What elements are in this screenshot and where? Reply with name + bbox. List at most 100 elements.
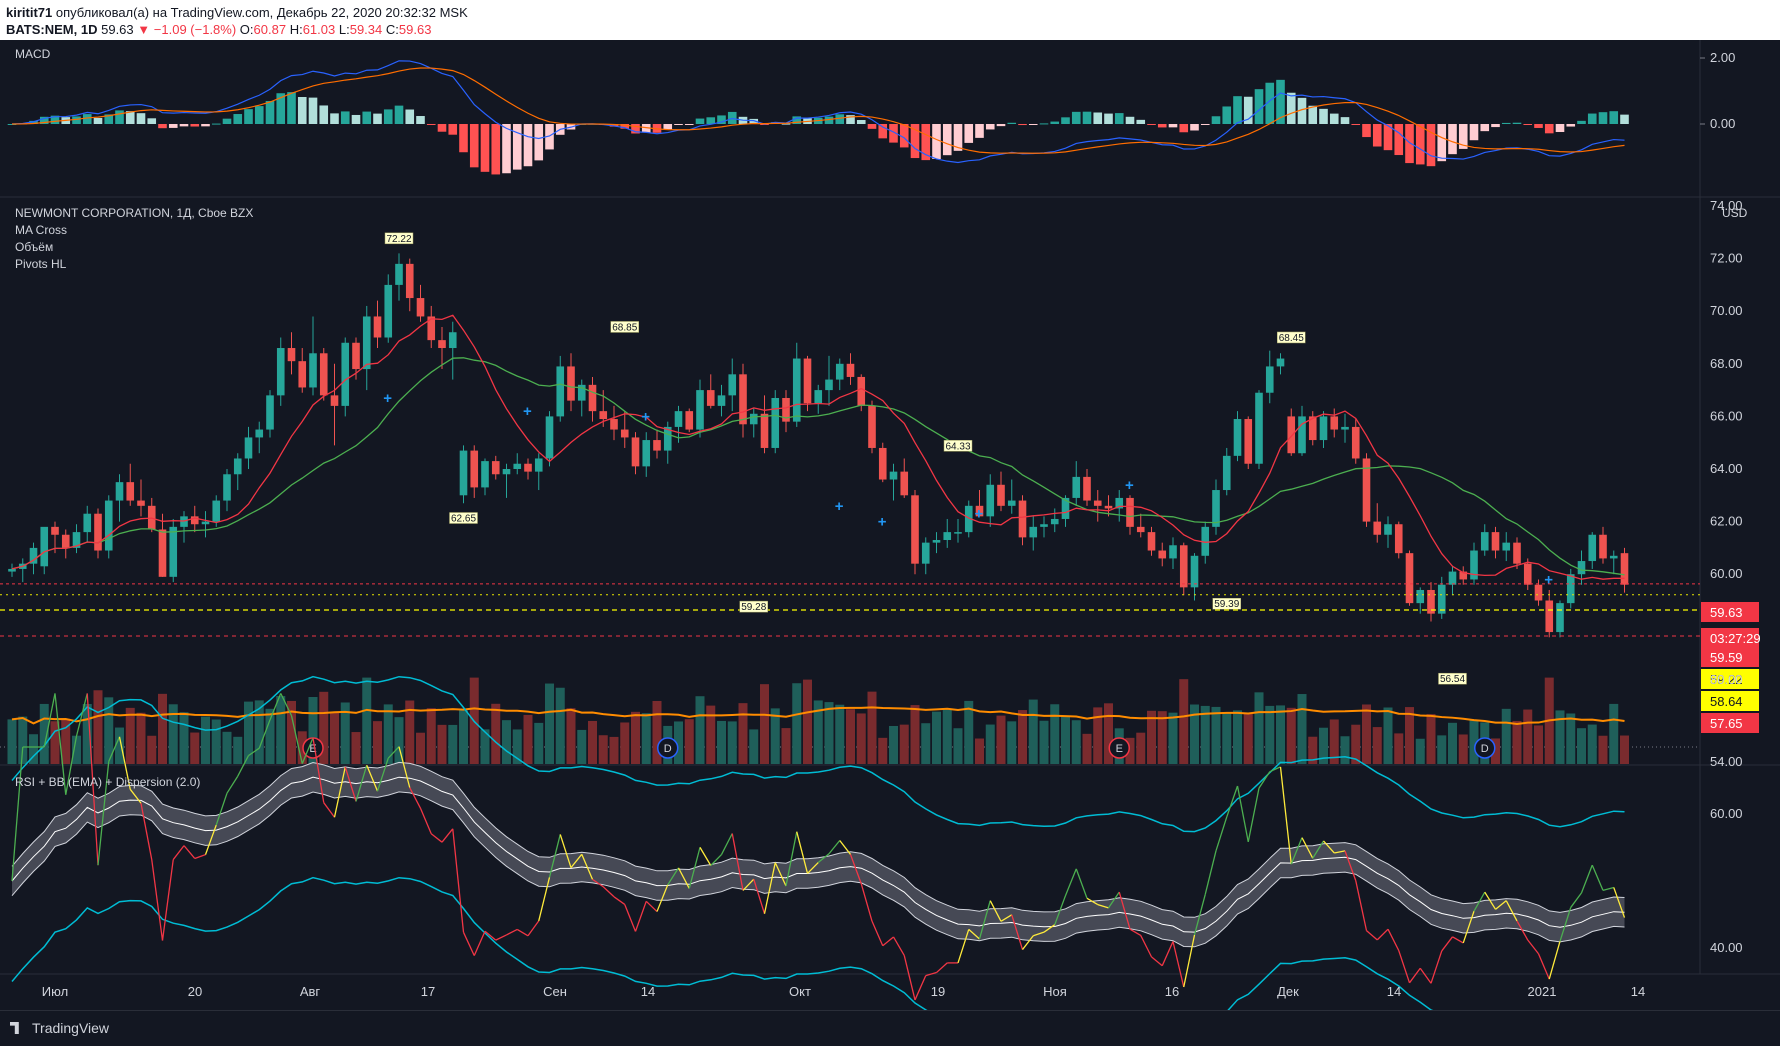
volume-bar xyxy=(932,711,941,764)
candle-body xyxy=(642,440,651,467)
candle-body xyxy=(997,484,1005,506)
volume-bar xyxy=(910,705,920,764)
candle xyxy=(384,274,393,343)
candle xyxy=(427,305,436,349)
candle-body xyxy=(792,358,801,422)
macd-histogram-bar xyxy=(1157,124,1167,128)
rsi-line-segment xyxy=(527,920,540,937)
macd-histogram-bar xyxy=(1598,112,1608,124)
candle xyxy=(61,529,70,559)
candle xyxy=(1405,550,1414,606)
pivot-label-text: 62.65 xyxy=(451,514,476,525)
macd-histogram-bar xyxy=(362,111,372,124)
candle xyxy=(8,563,16,577)
volume-bar xyxy=(1265,705,1275,764)
macd-histogram-bar xyxy=(437,124,447,132)
candle xyxy=(513,453,522,475)
rsi-line-segment xyxy=(172,845,185,860)
candle-body xyxy=(1599,534,1607,559)
candle xyxy=(201,511,210,538)
candle xyxy=(986,474,995,527)
macd-histogram-bar xyxy=(1469,124,1479,141)
rsi-line-segment xyxy=(1537,953,1550,980)
candle xyxy=(1470,542,1478,585)
macd-title[interactable]: MACD xyxy=(15,47,51,61)
rsi-line-segment xyxy=(226,775,239,794)
macd-histogram-bar xyxy=(1018,124,1027,126)
candle-body xyxy=(771,397,780,448)
indicator-volume[interactable]: Объём xyxy=(15,240,53,254)
volume-bar xyxy=(1437,735,1447,764)
volume-bar xyxy=(158,693,167,764)
candle xyxy=(330,363,339,446)
time-tick-label: Июл xyxy=(42,984,68,999)
macd-histogram-bar xyxy=(93,118,103,124)
candle-body xyxy=(1222,455,1231,491)
candle-body xyxy=(8,568,16,572)
indicator-pivots[interactable]: Pivots HL xyxy=(15,257,67,271)
candle xyxy=(997,471,1005,512)
candle xyxy=(1319,411,1328,448)
volume-bar xyxy=(1501,708,1511,764)
candle-body xyxy=(1136,526,1145,533)
main-title[interactable]: NEWMONT CORPORATION, 1Д, Cboe BZX xyxy=(15,206,253,220)
volume-bar xyxy=(695,696,705,764)
tradingview-logo[interactable]: TradingView xyxy=(10,1020,109,1036)
candle-body xyxy=(1330,416,1339,430)
candle xyxy=(706,374,715,409)
chart-area[interactable]: + + + + + + + +72.22 62.65 68.85 59.28 64.33 59.39 68… xyxy=(0,40,1780,1034)
chart-svg[interactable]: + + + + + + + +72.22 62.65 68.85 59.28 64.33 59.39 68… xyxy=(0,40,1780,1034)
candle-body xyxy=(1255,392,1263,464)
rsi-line-segment xyxy=(430,833,443,843)
candle-body xyxy=(438,340,446,349)
volume-bar xyxy=(362,677,372,764)
price-tag-text: 57.65 xyxy=(1710,716,1743,731)
indicator-ma-cross[interactable]: MA Cross xyxy=(15,223,67,237)
candle xyxy=(180,511,188,543)
macd-histogram-bar xyxy=(82,114,92,124)
rsi-line-segment xyxy=(1602,886,1614,892)
currency-label[interactable]: USD xyxy=(1722,206,1748,220)
rsi-tick-label: 40.00 xyxy=(1710,940,1743,955)
low-label: L: xyxy=(338,22,350,37)
volume-bar xyxy=(1039,720,1049,764)
candle-body xyxy=(1373,521,1382,535)
rsi-line-segment xyxy=(1398,950,1411,984)
rsi-line-segment xyxy=(1258,771,1271,789)
publisher-user[interactable]: kiritit71 xyxy=(6,5,52,20)
rsi-line-segment xyxy=(882,936,894,947)
macd-histogram-bar xyxy=(491,124,501,175)
candle-body xyxy=(1233,419,1242,456)
pivot-label-text: 59.39 xyxy=(1214,599,1239,610)
volume-bar xyxy=(1394,733,1404,764)
volume-bar xyxy=(835,704,845,764)
rsi-line-segment xyxy=(1452,936,1464,944)
candle-body xyxy=(1083,476,1091,501)
macd-histogram-bar xyxy=(942,124,952,156)
macd-histogram-bar xyxy=(1233,96,1242,124)
rsi-title[interactable]: RSI + BB (EMA) + Dispersion (2.0) xyxy=(15,775,200,789)
time-tick-label: 2021 xyxy=(1528,984,1557,999)
rsi-line-segment xyxy=(1204,850,1217,895)
volume-bar xyxy=(1297,694,1307,764)
candle xyxy=(1179,542,1188,596)
candle-body xyxy=(556,366,565,417)
candle-body xyxy=(384,284,393,338)
rsi-line-segment xyxy=(1580,864,1593,894)
volume-bar xyxy=(1286,707,1296,764)
candle-body xyxy=(1158,550,1167,559)
macd-histogram-bar xyxy=(1362,124,1371,138)
pivot-label: 62.65 xyxy=(449,512,478,525)
macd-histogram-bar xyxy=(459,124,468,153)
macd-histogram-bar xyxy=(254,106,264,124)
macd-histogram-bar xyxy=(448,124,458,135)
time-tick-label: 14 xyxy=(1387,984,1401,999)
candle xyxy=(1190,553,1199,601)
high-label: H: xyxy=(289,22,303,37)
candle-body xyxy=(814,390,823,404)
volume-bar xyxy=(889,725,898,764)
candle xyxy=(663,421,672,464)
candle xyxy=(1244,416,1253,469)
candle-body xyxy=(169,526,178,577)
volume-bar xyxy=(641,713,651,764)
